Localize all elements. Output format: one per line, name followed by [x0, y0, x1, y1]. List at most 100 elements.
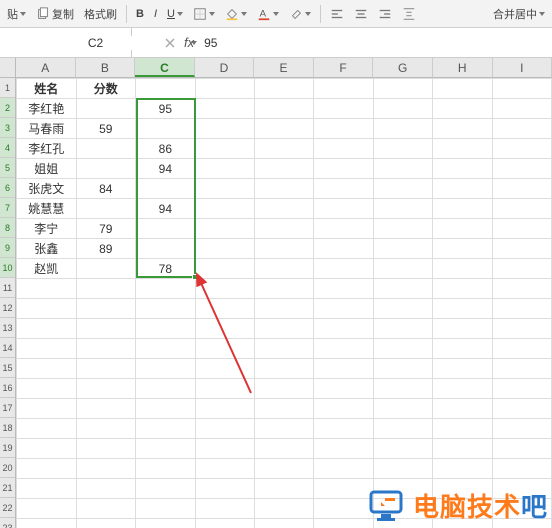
cell[interactable] — [314, 119, 373, 139]
column-header-G[interactable]: G — [373, 58, 433, 77]
cell[interactable] — [314, 159, 373, 179]
column-header-F[interactable]: F — [314, 58, 374, 77]
cell[interactable] — [76, 99, 136, 119]
row-header-13[interactable]: 13 — [0, 318, 15, 338]
cell[interactable] — [195, 519, 254, 528]
font-color-button[interactable]: A — [254, 5, 282, 23]
cell[interactable] — [136, 119, 196, 139]
cell[interactable] — [373, 419, 432, 439]
cell[interactable] — [136, 239, 196, 259]
cell[interactable] — [314, 359, 373, 379]
cell[interactable]: 59 — [76, 119, 136, 139]
cell[interactable] — [433, 139, 492, 159]
cell[interactable] — [255, 319, 314, 339]
row-header-3[interactable]: 3 — [0, 118, 15, 138]
fill-color-button[interactable] — [222, 5, 250, 23]
row-header-22[interactable]: 22 — [0, 498, 15, 518]
row-header-10[interactable]: 10 — [0, 258, 15, 278]
cell[interactable] — [314, 419, 373, 439]
cell[interactable]: 张鑫 — [17, 239, 77, 259]
cell[interactable] — [76, 499, 136, 519]
cell[interactable] — [255, 179, 314, 199]
cell[interactable] — [433, 159, 492, 179]
cell[interactable] — [373, 279, 432, 299]
cell[interactable] — [255, 159, 314, 179]
cell[interactable] — [433, 379, 492, 399]
row-header-17[interactable]: 17 — [0, 398, 15, 418]
cell[interactable] — [433, 119, 492, 139]
cell[interactable] — [195, 99, 254, 119]
cell[interactable] — [492, 179, 551, 199]
cell[interactable] — [373, 159, 432, 179]
cell[interactable] — [195, 279, 254, 299]
formula-input[interactable] — [200, 34, 552, 52]
cell[interactable] — [373, 339, 432, 359]
cell[interactable] — [314, 139, 373, 159]
cell[interactable] — [17, 519, 77, 528]
cell[interactable] — [314, 199, 373, 219]
cell[interactable] — [314, 439, 373, 459]
cell[interactable] — [373, 119, 432, 139]
cell[interactable] — [255, 279, 314, 299]
cell[interactable] — [433, 299, 492, 319]
cells[interactable]: 姓名分数李红艳95马春雨59李红孔86姐姐94张虎文84姚慧慧94李宁79张鑫8… — [16, 78, 552, 528]
cell[interactable] — [373, 299, 432, 319]
cell[interactable] — [136, 179, 196, 199]
cell[interactable] — [195, 259, 254, 279]
cell[interactable] — [17, 479, 77, 499]
cell[interactable] — [17, 299, 77, 319]
cell[interactable] — [373, 399, 432, 419]
row-header-6[interactable]: 6 — [0, 178, 15, 198]
row-header-11[interactable]: 11 — [0, 278, 15, 298]
cell[interactable] — [195, 139, 254, 159]
cell[interactable] — [433, 199, 492, 219]
cell[interactable] — [314, 279, 373, 299]
cell[interactable] — [492, 139, 551, 159]
row-header-5[interactable]: 5 — [0, 158, 15, 178]
cell[interactable] — [255, 379, 314, 399]
cell[interactable] — [76, 259, 136, 279]
cell[interactable] — [17, 359, 77, 379]
cell[interactable] — [17, 279, 77, 299]
cell[interactable] — [136, 219, 196, 239]
cell[interactable] — [136, 499, 196, 519]
align-center-button[interactable] — [351, 5, 371, 23]
cell[interactable] — [76, 519, 136, 528]
cell[interactable] — [76, 359, 136, 379]
cell[interactable] — [433, 79, 492, 99]
cell[interactable] — [314, 479, 373, 499]
row-header-7[interactable]: 7 — [0, 198, 15, 218]
cell[interactable] — [136, 359, 196, 379]
cell[interactable] — [433, 279, 492, 299]
cell[interactable] — [492, 459, 551, 479]
cell[interactable] — [76, 279, 136, 299]
column-header-D[interactable]: D — [195, 58, 255, 77]
cell[interactable] — [433, 419, 492, 439]
cell[interactable] — [255, 519, 314, 528]
cell[interactable] — [76, 479, 136, 499]
cell[interactable] — [195, 159, 254, 179]
cell[interactable] — [314, 379, 373, 399]
cell[interactable] — [76, 139, 136, 159]
cell[interactable] — [255, 99, 314, 119]
cell[interactable] — [195, 79, 254, 99]
cell[interactable] — [433, 359, 492, 379]
cell[interactable] — [492, 259, 551, 279]
cell[interactable] — [433, 219, 492, 239]
cell[interactable] — [17, 459, 77, 479]
bold-button[interactable]: B — [133, 6, 147, 22]
cell[interactable]: 赵凯 — [17, 259, 77, 279]
cell[interactable] — [492, 219, 551, 239]
row-header-9[interactable]: 9 — [0, 238, 15, 258]
cell[interactable] — [255, 499, 314, 519]
column-header-E[interactable]: E — [254, 58, 314, 77]
cell[interactable]: 94 — [136, 199, 196, 219]
cell[interactable] — [136, 279, 196, 299]
cell[interactable] — [195, 439, 254, 459]
cell[interactable] — [195, 179, 254, 199]
row-header-14[interactable]: 14 — [0, 338, 15, 358]
select-all-corner[interactable] — [0, 58, 16, 78]
valign-button[interactable] — [399, 5, 419, 23]
cell[interactable] — [314, 319, 373, 339]
cell[interactable] — [433, 399, 492, 419]
